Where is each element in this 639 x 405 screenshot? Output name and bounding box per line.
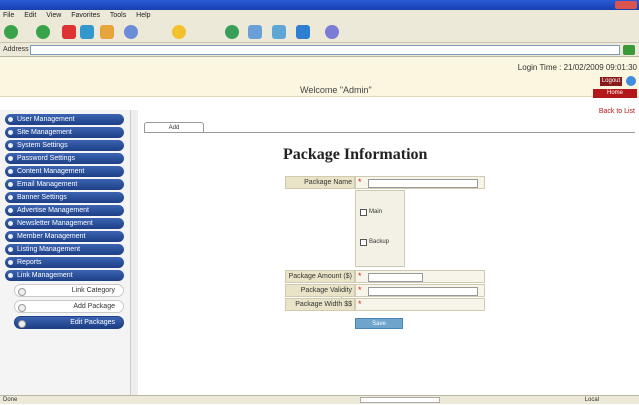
save-button[interactable]: Save	[355, 318, 403, 329]
nav-site-management[interactable]: Site Management	[5, 127, 124, 138]
app-header: Login Time : 21/02/2009 09:01:30 Welcome…	[0, 57, 639, 105]
window-titlebar	[0, 0, 639, 10]
package-width-label: Package Width $$	[285, 298, 355, 311]
forward-icon[interactable]	[36, 25, 50, 39]
package-name-input[interactable]	[368, 179, 478, 188]
stop-icon[interactable]	[62, 25, 76, 39]
package-name-cell: *	[355, 176, 485, 189]
login-date: Login Time : 21/02/2009 09:01:30	[517, 63, 637, 72]
package-name-label: Package Name	[285, 176, 355, 189]
tab-divider	[144, 132, 635, 133]
nav-email-management[interactable]: Email Management	[5, 179, 124, 190]
package-amount-label: Package Amount ($)	[285, 270, 355, 283]
page-title: Package Information	[283, 146, 428, 163]
nav-member-management[interactable]: Member Management	[5, 231, 124, 242]
menu-bar: File Edit View Favorites Tools Help	[0, 10, 639, 21]
nav-user-management[interactable]: User Management	[5, 114, 124, 125]
status-text: Done	[3, 397, 18, 403]
sub-add-package[interactable]: Add Package	[14, 300, 124, 313]
address-bar: Address	[0, 43, 639, 57]
package-validity-cell: *	[355, 284, 485, 297]
dashboard-button[interactable]: Home Dashboard	[593, 89, 637, 105]
back-icon[interactable]	[4, 25, 18, 39]
nav-reports[interactable]: Reports	[5, 257, 124, 268]
window-close-button[interactable]	[615, 1, 637, 9]
messenger-icon[interactable]	[325, 25, 339, 39]
print-icon[interactable]	[272, 25, 286, 39]
nav-password-settings[interactable]: Password Settings	[5, 153, 124, 164]
back-to-list-link[interactable]: Back to List	[599, 108, 635, 115]
nav-listing-management[interactable]: Listing Management	[5, 244, 124, 255]
edit-icon[interactable]	[296, 25, 310, 39]
address-label: Address	[3, 46, 29, 53]
menu-favorites[interactable]: Favorites	[71, 12, 100, 19]
logout-button[interactable]: Logout	[600, 77, 622, 86]
package-validity-input[interactable]	[368, 287, 478, 296]
sub-edit-packages[interactable]: Edit Packages	[14, 316, 124, 329]
status-bar: Done Local	[0, 395, 639, 404]
nav-advertise-management[interactable]: Advertise Management	[5, 205, 124, 216]
required-marker: *	[358, 285, 362, 295]
refresh-icon[interactable]	[80, 25, 94, 39]
address-input[interactable]	[30, 45, 620, 55]
nav-system-settings[interactable]: System Settings	[5, 140, 124, 151]
search-icon[interactable]	[124, 25, 138, 39]
main-checkbox-label: Main	[369, 209, 383, 215]
backup-checkbox-label: Backup	[369, 239, 390, 245]
required-marker: *	[358, 271, 362, 281]
mail-icon[interactable]	[248, 25, 262, 39]
nav-newsletter-management[interactable]: Newsletter Management	[5, 218, 124, 229]
sidebar: User Management Site Management System S…	[0, 110, 138, 395]
tab-add[interactable]: Add	[144, 122, 204, 132]
menu-edit[interactable]: Edit	[24, 12, 36, 19]
package-width-cell: *	[355, 298, 485, 311]
main-content: Back to List Add Package Information Pac…	[138, 98, 639, 395]
menu-help[interactable]: Help	[136, 12, 150, 19]
main-checkbox[interactable]	[360, 209, 367, 216]
progress-bar	[360, 397, 440, 403]
nav-banner-settings[interactable]: Banner Settings	[5, 192, 124, 203]
menu-file[interactable]: File	[3, 12, 14, 19]
package-amount-cell: *	[355, 270, 485, 283]
menu-tools[interactable]: Tools	[110, 12, 126, 19]
home-browser-icon[interactable]	[100, 25, 114, 39]
welcome-text: Welcome "Admin"	[300, 85, 372, 95]
menu-view[interactable]: View	[46, 12, 61, 19]
required-marker: *	[358, 299, 362, 309]
browser-toolbar	[0, 21, 639, 43]
sidebar-scrollbar[interactable]	[130, 110, 138, 395]
nav-content-management[interactable]: Content Management	[5, 166, 124, 177]
sub-link-category[interactable]: Link Category	[14, 284, 124, 297]
package-validity-label: Package Validity Time	[285, 284, 355, 305]
go-icon[interactable]	[623, 45, 635, 55]
package-type-group: Main Backup	[355, 190, 405, 267]
history-icon[interactable]	[225, 25, 239, 39]
home-icon[interactable]	[626, 76, 636, 86]
backup-checkbox[interactable]	[360, 239, 367, 246]
favorites-icon[interactable]	[172, 25, 186, 39]
package-amount-input[interactable]	[368, 273, 423, 282]
required-marker: *	[358, 177, 362, 187]
nav-link-management[interactable]: Link Management	[5, 270, 124, 281]
